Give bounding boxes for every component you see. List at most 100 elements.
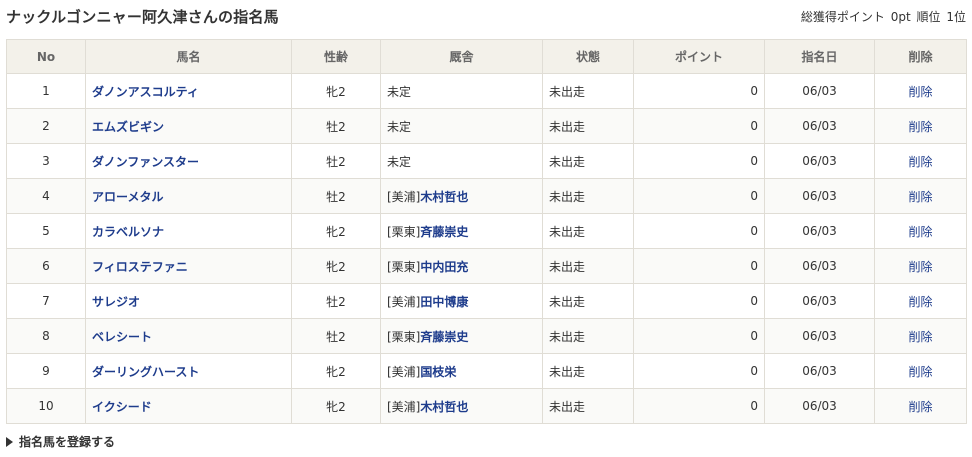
horse-name-link[interactable]: ダーリングハースト bbox=[92, 365, 199, 379]
delete-cell: 削除 bbox=[874, 388, 967, 424]
nomination-date: 06/03 bbox=[764, 353, 875, 389]
stable-cell: [美浦]木村哲也 bbox=[380, 178, 543, 214]
horse-name-cell: ベレシート bbox=[85, 318, 292, 354]
rank-label: 順位 bbox=[916, 10, 941, 24]
stable-region: [栗東] bbox=[387, 259, 421, 274]
status: 未出走 bbox=[542, 143, 634, 179]
delete-cell: 削除 bbox=[874, 318, 967, 354]
trainer-link[interactable]: 国枝栄 bbox=[420, 365, 456, 379]
horse-name-cell: エムズビギン bbox=[85, 108, 292, 144]
stable-cell: 未定 bbox=[380, 143, 543, 179]
stable-cell: [美浦]田中博康 bbox=[380, 283, 543, 319]
stable-cell: [美浦]木村哲也 bbox=[380, 388, 543, 424]
row-number: 10 bbox=[6, 388, 86, 424]
delete-link[interactable]: 削除 bbox=[908, 190, 932, 204]
points: 0 bbox=[633, 178, 765, 214]
table-row: 9 ダーリングハースト 牝2 [美浦]国枝栄 未出走 0 06/03 削除 bbox=[6, 353, 967, 389]
stable-cell: 未定 bbox=[380, 108, 543, 144]
trainer-link[interactable]: 田中博康 bbox=[420, 295, 468, 309]
delete-link[interactable]: 削除 bbox=[908, 295, 932, 309]
points: 0 bbox=[633, 283, 765, 319]
page-title: ナックルゴンニャー阿久津さんの指名馬 bbox=[6, 8, 279, 26]
register-horse-link[interactable]: 指名馬を登録する bbox=[6, 433, 115, 450]
nomination-date: 06/03 bbox=[764, 143, 875, 179]
stable-region: [美浦] bbox=[387, 364, 421, 379]
rank-value: 1位 bbox=[946, 10, 966, 24]
nomination-date: 06/03 bbox=[764, 73, 875, 109]
horse-name-cell: アローメタル bbox=[85, 178, 292, 214]
trainer-link[interactable]: 木村哲也 bbox=[420, 400, 468, 414]
delete-cell: 削除 bbox=[874, 353, 967, 389]
sex-age: 牡2 bbox=[291, 178, 381, 214]
row-number: 6 bbox=[6, 248, 86, 284]
row-number: 1 bbox=[6, 73, 86, 109]
horse-name-cell: ダーリングハースト bbox=[85, 353, 292, 389]
stable-cell: [栗東]斉藤崇史 bbox=[380, 318, 543, 354]
row-number: 3 bbox=[6, 143, 86, 179]
horse-name-link[interactable]: フィロステファニ bbox=[92, 260, 188, 274]
col-date-header: 指名日 bbox=[764, 39, 875, 74]
nomination-date: 06/03 bbox=[764, 213, 875, 249]
col-no-header: No bbox=[6, 39, 86, 74]
delete-cell: 削除 bbox=[874, 178, 967, 214]
stable-region: 未定 bbox=[387, 119, 412, 134]
nomination-date: 06/03 bbox=[764, 388, 875, 424]
horse-name-link[interactable]: アローメタル bbox=[92, 190, 164, 204]
delete-link[interactable]: 削除 bbox=[908, 120, 932, 134]
stable-region: 未定 bbox=[387, 84, 412, 99]
status: 未出走 bbox=[542, 73, 634, 109]
status: 未出走 bbox=[542, 318, 634, 354]
delete-link[interactable]: 削除 bbox=[908, 225, 932, 239]
delete-link[interactable]: 削除 bbox=[908, 330, 932, 344]
row-number: 7 bbox=[6, 283, 86, 319]
horse-name-cell: カラベルソナ bbox=[85, 213, 292, 249]
row-number: 9 bbox=[6, 353, 86, 389]
horse-name-link[interactable]: イクシード bbox=[92, 400, 152, 414]
horse-name-cell: フィロステファニ bbox=[85, 248, 292, 284]
status: 未出走 bbox=[542, 353, 634, 389]
points: 0 bbox=[633, 248, 765, 284]
col-delete-header: 削除 bbox=[874, 39, 967, 74]
nomination-date: 06/03 bbox=[764, 178, 875, 214]
total-points-label: 総獲得ポイント bbox=[800, 10, 885, 24]
sex-age: 牡2 bbox=[291, 108, 381, 144]
table-row: 8 ベレシート 牡2 [栗東]斉藤崇史 未出走 0 06/03 削除 bbox=[6, 318, 967, 354]
table-row: 3 ダノンファンスター 牡2 未定 未出走 0 06/03 削除 bbox=[6, 143, 967, 179]
delete-cell: 削除 bbox=[874, 108, 967, 144]
trainer-link[interactable]: 斉藤崇史 bbox=[420, 330, 468, 344]
stable-cell: [栗東]斉藤崇史 bbox=[380, 213, 543, 249]
row-number: 5 bbox=[6, 213, 86, 249]
horse-name-link[interactable]: ダノンファンスター bbox=[92, 155, 199, 169]
delete-link[interactable]: 削除 bbox=[908, 260, 932, 274]
nomination-date: 06/03 bbox=[764, 318, 875, 354]
sex-age: 牝2 bbox=[291, 388, 381, 424]
delete-link[interactable]: 削除 bbox=[908, 85, 932, 99]
horse-name-link[interactable]: ベレシート bbox=[92, 330, 152, 344]
delete-link[interactable]: 削除 bbox=[908, 155, 932, 169]
horse-name-link[interactable]: ダノンアスコルティ bbox=[92, 85, 199, 99]
status: 未出走 bbox=[542, 178, 634, 214]
delete-cell: 削除 bbox=[874, 248, 967, 284]
sex-age: 牡2 bbox=[291, 283, 381, 319]
stable-cell: 未定 bbox=[380, 73, 543, 109]
delete-cell: 削除 bbox=[874, 283, 967, 319]
horse-name-link[interactable]: エムズビギン bbox=[92, 120, 164, 134]
trainer-link[interactable]: 斉藤崇史 bbox=[420, 225, 468, 239]
stable-region: [美浦] bbox=[387, 399, 421, 414]
points: 0 bbox=[633, 73, 765, 109]
horse-name-link[interactable]: サレジオ bbox=[92, 295, 140, 309]
trainer-link[interactable]: 中内田充 bbox=[420, 260, 468, 274]
sex-age: 牡2 bbox=[291, 318, 381, 354]
horse-name-link[interactable]: カラベルソナ bbox=[92, 225, 164, 239]
stable-region: [美浦] bbox=[387, 189, 421, 204]
col-horse-name-header: 馬名 bbox=[85, 39, 292, 74]
status: 未出走 bbox=[542, 248, 634, 284]
delete-link[interactable]: 削除 bbox=[908, 365, 932, 379]
delete-link[interactable]: 削除 bbox=[908, 400, 932, 414]
trainer-link[interactable]: 木村哲也 bbox=[420, 190, 468, 204]
table-row: 2 エムズビギン 牡2 未定 未出走 0 06/03 削除 bbox=[6, 108, 967, 144]
total-points-value: 0pt bbox=[890, 10, 911, 24]
col-status-header: 状態 bbox=[542, 39, 634, 74]
points-summary: 総獲得ポイント 0pt 順位 1位 bbox=[799, 8, 966, 25]
nominated-horses-table: No 馬名 性齢 厩舎 状態 ポイント 指名日 削除 1 ダノンアスコルティ 牝2 未定 未出走 0 06… bbox=[6, 39, 967, 424]
